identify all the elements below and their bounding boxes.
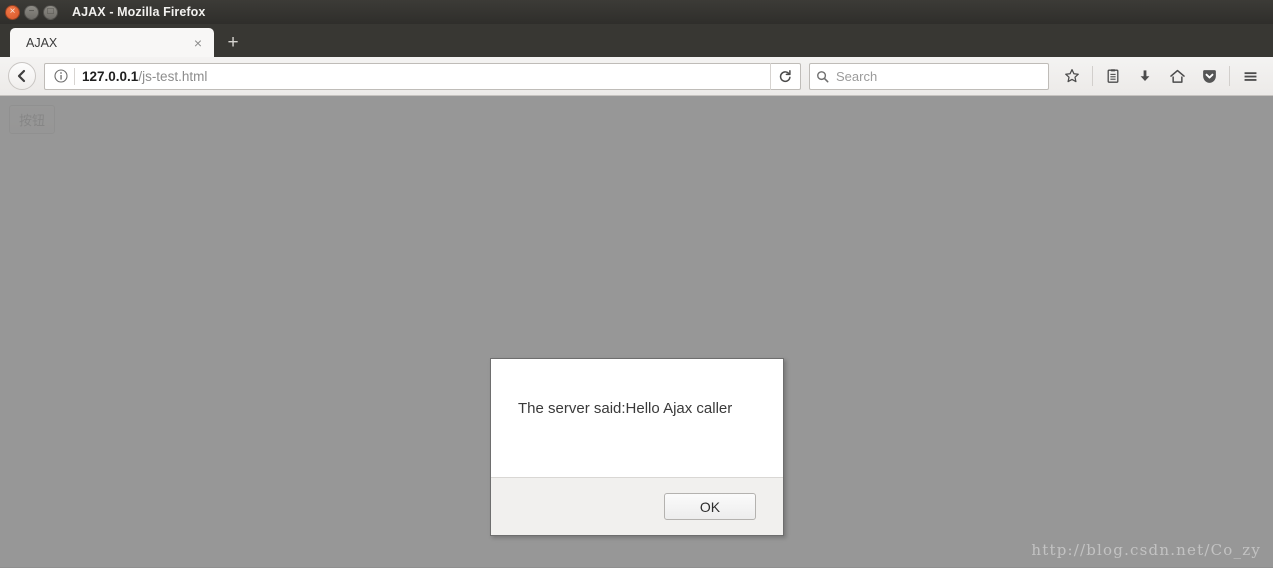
window-close-button[interactable]: × (5, 4, 20, 20)
url-bar[interactable]: 127.0.0.1/js-test.html (44, 62, 801, 90)
home-button[interactable] (1162, 61, 1192, 91)
tab-label: AJAX (26, 35, 58, 50)
search-icon (817, 70, 829, 82)
url-separator (74, 67, 75, 85)
url-path: /js-test.html (138, 68, 208, 84)
window-title: AJAX - Mozilla Firefox (72, 5, 206, 19)
dialog-message: The server said:Hello Ajax caller (518, 399, 733, 417)
page-content: 按钮 http://blog.csdn.net/Co_zy The server… (0, 96, 1273, 567)
tab-strip: AJAX × + (0, 24, 1273, 57)
download-arrow-icon (1140, 70, 1150, 81)
window-titlebar: × − □ AJAX - Mozilla Firefox (0, 0, 1273, 24)
reload-button[interactable] (770, 62, 798, 90)
pocket-shield-icon (1202, 69, 1216, 83)
library-button[interactable] (1098, 61, 1128, 91)
star-icon (1065, 68, 1079, 83)
url-text: 127.0.0.1/js-test.html (82, 69, 770, 84)
tab-close-icon[interactable]: × (190, 35, 206, 51)
toolbar-separator (1092, 66, 1093, 86)
reload-icon (779, 70, 791, 83)
search-input[interactable]: Search (836, 69, 877, 84)
window-minimize-button[interactable]: − (24, 4, 39, 20)
toolbar-separator-2 (1229, 66, 1230, 86)
minimize-icon: − (28, 5, 35, 17)
watermark-text: http://blog.csdn.net/Co_zy (1031, 541, 1261, 559)
menu-button[interactable] (1235, 61, 1265, 91)
window-maximize-button[interactable]: □ (43, 4, 58, 20)
close-icon: × (9, 5, 16, 17)
dialog-ok-button[interactable]: OK (664, 493, 756, 520)
back-arrow-icon (17, 69, 26, 83)
dialog-footer: OK (491, 477, 783, 535)
search-bar[interactable]: Search (809, 62, 1049, 90)
url-host: 127.0.0.1 (82, 68, 139, 84)
navigation-toolbar: 127.0.0.1/js-test.html Search (0, 57, 1273, 96)
pocket-button[interactable] (1194, 61, 1224, 91)
tab-ajax[interactable]: AJAX × (10, 28, 214, 57)
library-icon (1107, 69, 1119, 83)
home-icon (1169, 69, 1185, 83)
downloads-button[interactable] (1130, 61, 1160, 91)
window-controls: × − □ (0, 4, 58, 20)
site-identity-icon[interactable] (51, 66, 71, 86)
back-button[interactable] (8, 62, 36, 90)
new-tab-button[interactable]: + (218, 28, 248, 57)
dialog-body: The server said:Hello Ajax caller (491, 359, 783, 477)
maximize-icon: □ (47, 5, 54, 17)
bookmark-button[interactable] (1057, 61, 1087, 91)
hamburger-menu-icon (1244, 71, 1256, 81)
alert-dialog: The server said:Hello Ajax caller OK (490, 358, 784, 536)
